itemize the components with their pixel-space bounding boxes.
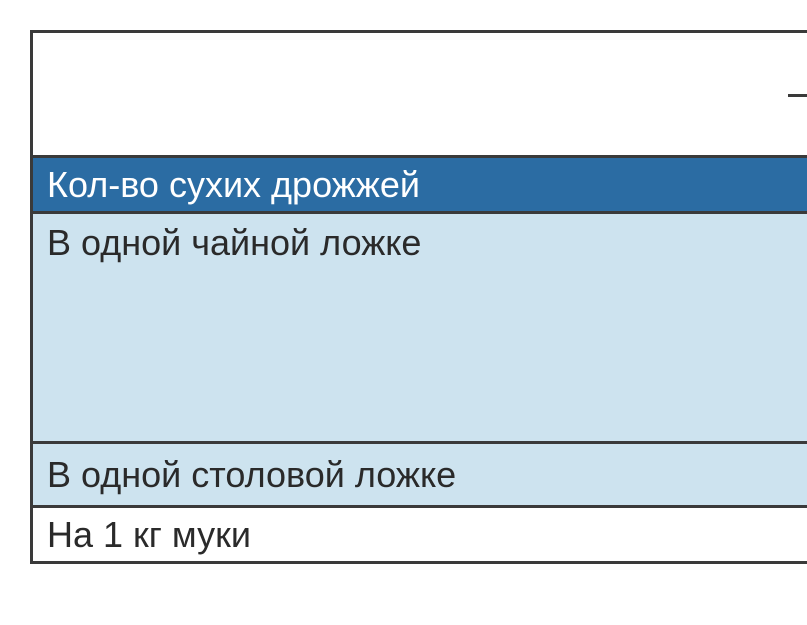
table-header-empty [33,33,807,158]
section-header-text: Кол-во сухих дрожжей [47,162,420,207]
table-section-header: Кол-во сухих дрожжей [33,158,807,214]
row-label: На 1 кг муки [47,512,251,557]
table-row: В одной чайной ложке [33,214,807,444]
row-label: В одной столовой ложке [47,452,456,497]
row-label: В одной чайной ложке [47,220,421,265]
table-row: В одной столовой ложке [33,444,807,508]
yeast-table: Кол-во сухих дрожжей В одной чайной ложк… [30,30,807,564]
table-row: На 1 кг муки [33,508,807,561]
